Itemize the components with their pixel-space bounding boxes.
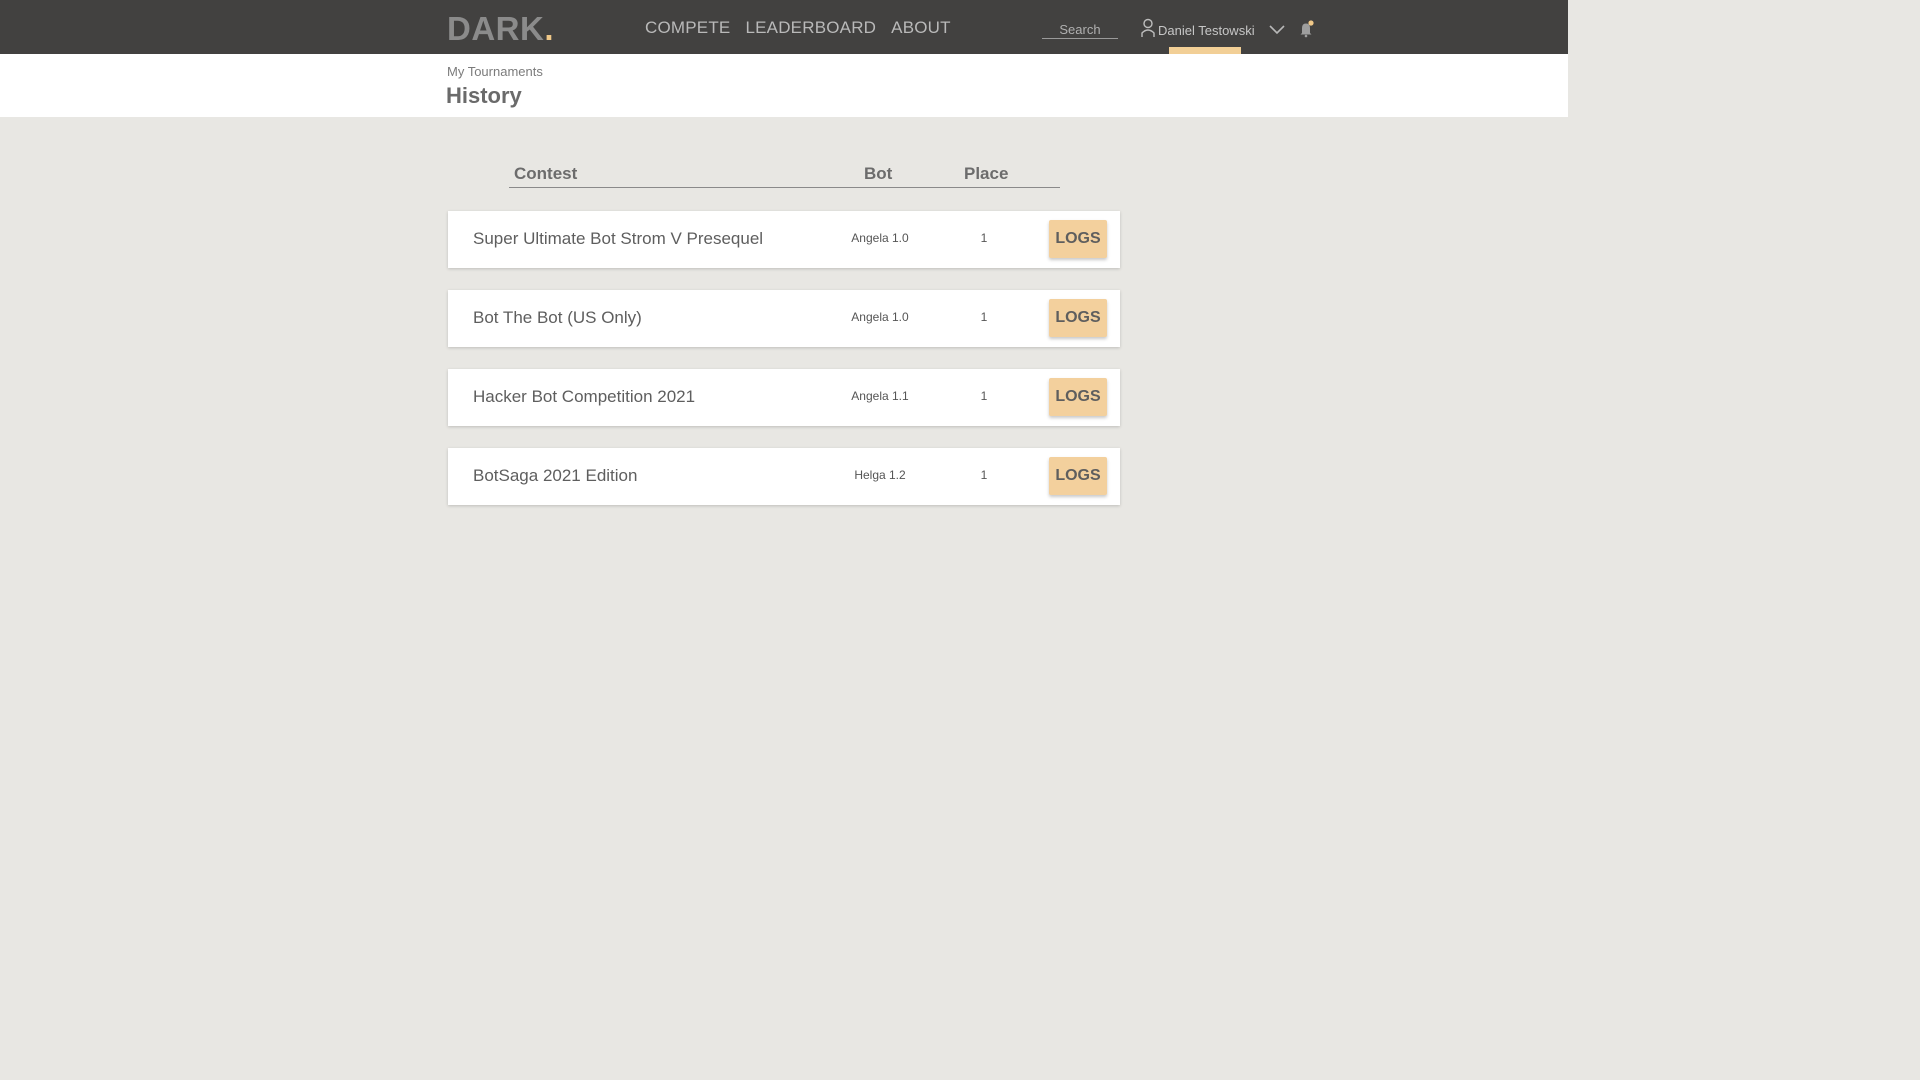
logs-button[interactable]: LOGS <box>1049 378 1107 416</box>
contest-name: BotSaga 2021 Edition <box>473 466 638 485</box>
breadcrumb[interactable]: My Tournaments <box>447 64 543 79</box>
logs-button[interactable]: LOGS <box>1049 457 1107 495</box>
bot-name: Angela 1.1 <box>851 389 909 403</box>
place-value: 1 <box>980 468 988 482</box>
bot-name: Helga 1.2 <box>854 468 906 482</box>
contest-name: Bot The Bot (US Only) <box>473 308 642 327</box>
logo-dot: . <box>544 10 554 47</box>
contest-name: Hacker Bot Competition 2021 <box>473 387 696 406</box>
chevron-down-icon[interactable] <box>1268 22 1286 36</box>
page-header: My Tournaments History <box>0 54 1568 117</box>
history-table: Super Ultimate Bot Strom V Presequel Ang… <box>448 211 1120 527</box>
bot-name: Angela 1.0 <box>851 310 909 324</box>
bot-name: Angela 1.0 <box>851 231 909 245</box>
column-header-contest: Contest <box>514 164 578 183</box>
table-header: Contest Bot Place <box>509 162 1060 188</box>
table-row: Hacker Bot Competition 2021 Angela 1.1 1… <box>448 369 1120 426</box>
search-input[interactable] <box>1042 21 1118 39</box>
top-navbar: DARK. COMPETE LEADERBOARD ABOUT Daniel T… <box>0 0 1568 54</box>
column-header-bot: Bot <box>864 164 893 183</box>
place-value: 1 <box>980 231 988 245</box>
logo[interactable]: DARK. <box>447 10 554 48</box>
main-nav: COMPETE LEADERBOARD ABOUT <box>645 17 951 41</box>
user-icon <box>1140 18 1156 43</box>
logs-button[interactable]: LOGS <box>1049 299 1107 337</box>
place-value: 1 <box>980 389 988 403</box>
user-menu[interactable]: Daniel Testowski <box>1140 18 1255 43</box>
contest-name: Super Ultimate Bot Strom V Presequel <box>473 229 764 248</box>
place-value: 1 <box>980 310 988 324</box>
table-row: BotSaga 2021 Edition Helga 1.2 1 LOGS <box>448 448 1120 505</box>
user-name: Daniel Testowski <box>1158 22 1255 38</box>
page-title: History <box>446 83 522 108</box>
nav-about[interactable]: ABOUT <box>891 17 951 41</box>
active-user-indicator <box>1169 47 1241 54</box>
bell-icon[interactable] <box>1298 20 1316 38</box>
logs-button[interactable]: LOGS <box>1049 220 1107 258</box>
column-header-place: Place <box>964 164 1009 183</box>
logo-text: DARK <box>447 10 545 47</box>
table-row: Super Ultimate Bot Strom V Presequel Ang… <box>448 211 1120 268</box>
nav-leaderboard[interactable]: LEADERBOARD <box>745 17 876 41</box>
table-row: Bot The Bot (US Only) Angela 1.0 1 LOGS <box>448 290 1120 347</box>
nav-compete[interactable]: COMPETE <box>645 17 730 41</box>
